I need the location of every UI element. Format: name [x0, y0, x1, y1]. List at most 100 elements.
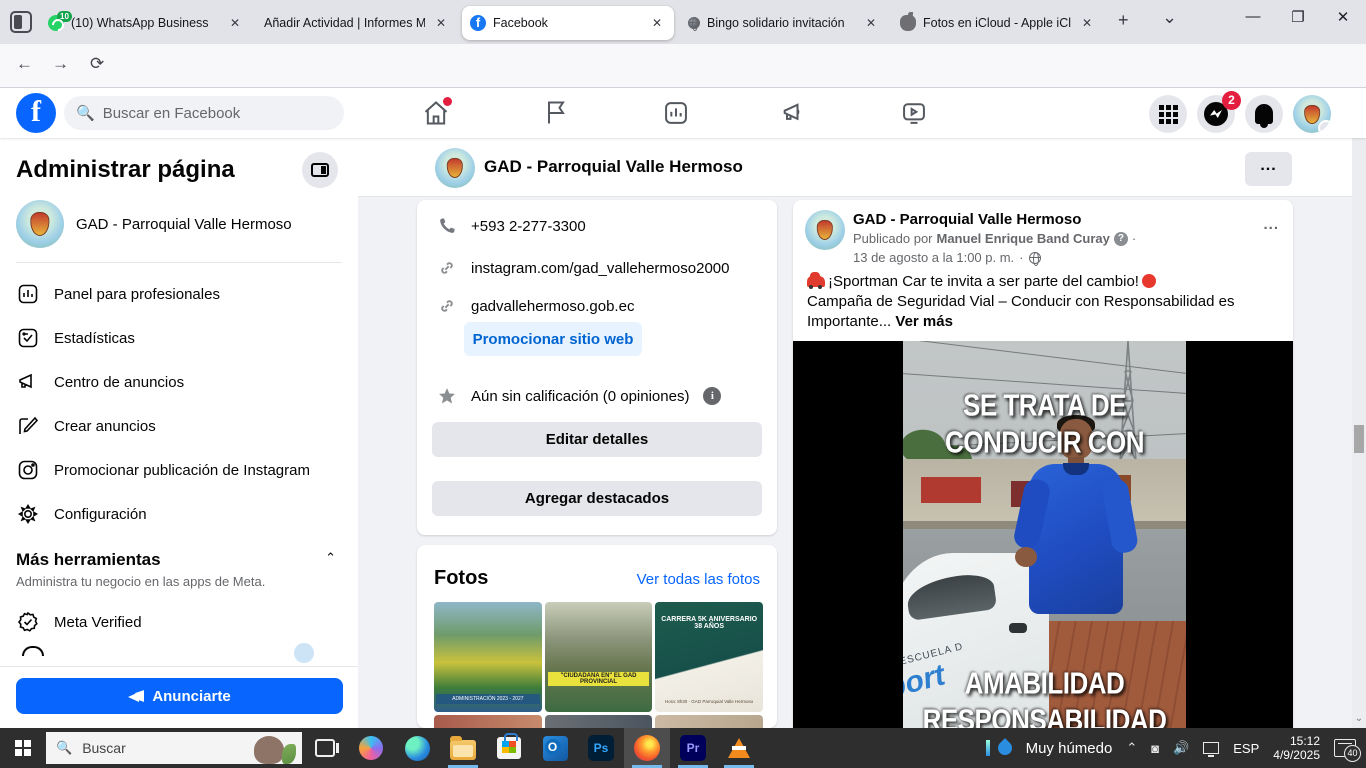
see-more-link[interactable]: Ver más: [895, 313, 953, 330]
copilot-button[interactable]: [348, 728, 394, 768]
tab-list-button[interactable]: ⌄: [1162, 7, 1177, 28]
video-tab-icon[interactable]: [900, 99, 928, 127]
sidebar-item-crear-anuncios[interactable]: Crear anuncios: [16, 406, 342, 446]
chevron-up-icon[interactable]: ⌃: [325, 550, 336, 566]
network-icon[interactable]: [1203, 742, 1219, 754]
collapse-sidebar-button[interactable]: [302, 152, 338, 188]
home-tab-icon[interactable]: [422, 99, 450, 127]
taskbar-search[interactable]: 🔍 Buscar: [46, 732, 302, 764]
task-view-icon: [315, 739, 335, 757]
scroll-down-arrow[interactable]: ⌄: [1352, 713, 1366, 724]
tab-whatsapp[interactable]: 10 (10) WhatsApp Business ✕: [40, 6, 252, 40]
insights-chart-icon[interactable]: [662, 99, 690, 127]
page-more-button[interactable]: ...: [1245, 152, 1292, 186]
window-maximize-button[interactable]: ❐: [1283, 8, 1313, 26]
website-link[interactable]: gadvallehermoso.gob.ec: [471, 298, 634, 315]
firefox-button[interactable]: [624, 728, 670, 768]
pages-flag-icon[interactable]: [542, 99, 570, 127]
back-button[interactable]: ←: [16, 54, 33, 74]
search-highlight-image[interactable]: [252, 734, 296, 764]
instagram-link[interactable]: instagram.com/gad_vallehermoso2000: [471, 260, 729, 277]
website-link-row[interactable]: gadvallehermoso.gob.ec: [437, 296, 634, 316]
sidebar-item-meta-verified[interactable]: Meta Verified: [16, 602, 342, 642]
photo-thumbnail[interactable]: [434, 715, 542, 728]
tab-bingo[interactable]: Bingo solidario invitación ✕: [680, 6, 888, 40]
tab-anadir-actividad[interactable]: Añadir Actividad | Informes Mens ✕: [256, 6, 458, 40]
photo-thumbnail[interactable]: [655, 602, 763, 712]
post-more-button[interactable]: ...: [1263, 216, 1279, 233]
sidebar-item-estadisticas[interactable]: Estadísticas: [16, 318, 342, 358]
premiere-icon: Pr: [680, 735, 706, 761]
language-indicator[interactable]: ESP: [1233, 741, 1259, 756]
tab-close-icon[interactable]: ✕: [648, 14, 666, 32]
reload-button[interactable]: ⟳: [90, 54, 104, 74]
scrollbar-thumb[interactable]: [1354, 425, 1364, 453]
notifications-button[interactable]: [1245, 95, 1283, 133]
notification-center-button[interactable]: 40: [1334, 739, 1356, 757]
premiere-button[interactable]: Pr: [670, 728, 716, 768]
man-hand: [1015, 547, 1037, 567]
tab-close-icon[interactable]: ✕: [1078, 14, 1096, 32]
more-tools-title: Más herramientas: [16, 550, 161, 570]
facebook-favicon: f: [470, 15, 486, 31]
edge-button[interactable]: [394, 728, 440, 768]
windows-logo-icon: [15, 740, 31, 756]
sidebar-item-centro-anuncios[interactable]: Centro de anuncios: [16, 362, 342, 402]
photoshop-button[interactable]: Ps: [578, 728, 624, 768]
tab-facebook-active[interactable]: f Facebook ✕: [462, 6, 674, 40]
add-highlights-button[interactable]: Agregar destacados: [432, 481, 762, 516]
post-video[interactable]: ESCUELA D port SE TRATA DE CONDUCIR CON: [793, 341, 1293, 728]
forward-button[interactable]: →: [52, 54, 69, 74]
post-author-avatar[interactable]: [805, 210, 845, 250]
messenger-button[interactable]: 2: [1197, 95, 1235, 133]
sidebar-item-panel-profesionales[interactable]: Panel para profesionales: [16, 274, 342, 314]
tab-close-icon[interactable]: ✕: [226, 14, 244, 32]
apple-favicon: [900, 15, 916, 31]
clock[interactable]: 15:12 4/9/2025: [1273, 734, 1320, 762]
chart-panel-icon: [16, 282, 40, 306]
photo-thumbnail[interactable]: [434, 602, 542, 712]
question-badge-icon[interactable]: ?: [1114, 232, 1128, 246]
tab-icloud[interactable]: Fotos en iCloud - Apple iClou ✕: [892, 6, 1104, 40]
photo-thumbnail[interactable]: [545, 715, 653, 728]
advertise-button[interactable]: Anunciarte: [16, 678, 343, 714]
about-card: +593 2-277-3300 instagram.com/gad_valleh…: [417, 200, 777, 535]
post-publisher-name[interactable]: Manuel Enrique Band Curay: [937, 231, 1110, 246]
speaker-icon[interactable]: 🔊: [1173, 740, 1189, 756]
promote-website-button[interactable]: Promocionar sitio web: [464, 322, 642, 356]
sidebar-page-row[interactable]: GAD - Parroquial Valle Hermoso: [16, 200, 342, 248]
window-minimize-button[interactable]: —: [1238, 8, 1268, 25]
facebook-logo[interactable]: f: [16, 93, 56, 133]
sidebar-item-configuracion[interactable]: Configuración: [16, 494, 342, 534]
photo-thumbnail[interactable]: [545, 602, 653, 712]
post-author-name[interactable]: GAD - Parroquial Valle Hermoso: [853, 211, 1081, 228]
edit-details-button[interactable]: Editar detalles: [432, 422, 762, 457]
weather-label[interactable]: Muy húmedo: [1026, 740, 1113, 757]
page-header-avatar[interactable]: [435, 148, 475, 188]
screen-record-icon[interactable]: ◙: [1151, 741, 1159, 756]
post-date[interactable]: 13 de agosto a la 1:00 p. m.·: [853, 250, 1041, 265]
firefox-view-icon[interactable]: [10, 11, 32, 33]
photo-thumbnail[interactable]: [655, 715, 763, 728]
apps-menu-button[interactable]: [1149, 95, 1187, 133]
search-icon: 🔍: [56, 740, 72, 756]
task-view-button[interactable]: [302, 728, 348, 768]
tray-chevron-icon[interactable]: ⌃: [1126, 740, 1137, 756]
page-scrollbar[interactable]: ⌃ ⌄: [1352, 88, 1366, 728]
window-close-button[interactable]: ✕: [1328, 8, 1358, 26]
tab-close-icon[interactable]: ✕: [862, 14, 880, 32]
microsoft-store-button[interactable]: [486, 728, 532, 768]
file-explorer-button[interactable]: [440, 728, 486, 768]
instagram-link-row[interactable]: instagram.com/gad_vallehermoso2000: [437, 258, 729, 278]
start-button[interactable]: [0, 728, 46, 768]
info-icon[interactable]: i: [703, 387, 721, 405]
tab-close-icon[interactable]: ✕: [432, 14, 450, 32]
vlc-button[interactable]: [716, 728, 762, 768]
facebook-search[interactable]: 🔍 Buscar en Facebook: [64, 96, 344, 130]
ads-megaphone-icon[interactable]: [780, 99, 808, 127]
see-all-photos-link[interactable]: Ver todas las fotos: [637, 571, 760, 588]
outlook-button[interactable]: [532, 728, 578, 768]
new-tab-button[interactable]: +: [1118, 10, 1129, 31]
sidebar-item-promocionar-instagram[interactable]: Promocionar publicación de Instagram: [16, 450, 342, 490]
profile-avatar[interactable]: ⌄: [1293, 95, 1331, 133]
